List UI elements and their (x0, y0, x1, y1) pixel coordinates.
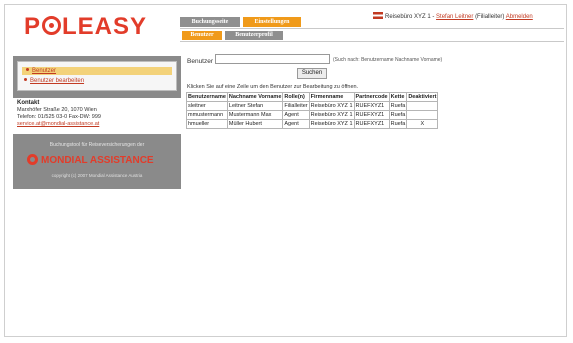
contact-box: Kontakt Marxhöfer Straße 20, 1070 Wien T… (13, 98, 181, 134)
current-user-link[interactable]: Stefan Leitner (436, 14, 473, 20)
cell-role: Agent (282, 119, 310, 129)
user-role: (Filialleiter) (475, 14, 505, 20)
cell-username: mmustermann (186, 110, 228, 120)
cell-partnercode: RUEFXYZ1 (353, 110, 390, 120)
cell-partnercode: RUEFXYZ1 (353, 101, 390, 111)
sidebar: Benutzer Benutzer bearbeiten Kontakt Mar… (13, 56, 181, 189)
contact-email-link[interactable]: service.at@mondial-assistance.at (17, 121, 177, 128)
cell-role: Filialleiter (282, 101, 310, 111)
col-header: Partnercode (353, 92, 390, 102)
agency-name: Reisebüro XYZ 1 - (385, 14, 435, 20)
mondial-logo: MONDIAL ASSISTANCE (27, 154, 173, 168)
logo-ring-icon (42, 16, 62, 35)
search-input[interactable] (215, 54, 330, 64)
cell-username: sleitner (186, 101, 228, 111)
cell-deactivated (406, 110, 439, 120)
col-header: Firmenname (308, 92, 355, 102)
cell-username: hmueller (186, 119, 228, 129)
subtab-benutzerprofil[interactable]: Benutzerprofil (225, 31, 283, 40)
user-bar: Reisebüro XYZ 1 - Stefan Leitner (Filial… (373, 12, 533, 20)
search-hint: (Such nach: Benutzername Nachname Vornam… (333, 57, 443, 63)
tab-einstellungen[interactable]: Einstellungen (243, 17, 301, 27)
cell-chain: Ruefa (388, 119, 408, 129)
tab-buchungsseite[interactable]: Buchungsseite (180, 17, 240, 27)
table-instruction: Klicken Sie auf eine Zeile um den Benutz… (187, 84, 359, 90)
poleasy-logo: P LEASY (24, 13, 148, 40)
bullet-icon (26, 68, 29, 71)
cell-deactivated: X (406, 119, 439, 129)
cell-chain: Ruefa (388, 101, 408, 111)
contact-address: Marxhöfer Straße 20, 1070 Wien (17, 107, 97, 113)
contact-phone: Telefon: 01/525 03-0 Fax-DW: 999 (17, 114, 101, 120)
sidebar-note: Buchungstool für Reiseversicherungen der (49, 142, 145, 148)
subtab-benutzer[interactable]: Benutzer (182, 31, 222, 40)
cell-company: Reisebüro XYZ 1 (308, 119, 355, 129)
col-header: Rolle(n) (282, 92, 310, 102)
table-row[interactable]: mmustermann Mustermann Max Agent Reisebü… (186, 110, 439, 120)
contact-title: Kontakt (17, 100, 40, 106)
subtab-divider (180, 41, 564, 42)
agency-flag-icon (373, 12, 383, 19)
cell-name: Müller Hubert (226, 119, 284, 129)
logout-link[interactable]: Abmelden (506, 14, 533, 20)
cell-role: Agent (282, 110, 310, 120)
search-label: Benutzer (187, 58, 214, 65)
mondial-logo-icon (27, 154, 38, 165)
cell-name: Mustermann Max (226, 110, 284, 120)
search-button[interactable]: Suchen (297, 68, 327, 79)
bullet-icon (24, 78, 27, 81)
table-row[interactable]: sleitner Leitner Stefan Filialleiter Rei… (186, 101, 439, 111)
cell-company: Reisebüro XYZ 1 (308, 110, 355, 120)
sidebar-item-benutzer[interactable]: Benutzer (22, 67, 172, 75)
cell-deactivated (406, 101, 439, 111)
cell-chain: Ruefa (388, 110, 408, 120)
users-table: Benutzername Nachname Vorname Rolle(n) F… (186, 92, 439, 129)
col-header: Nachname Vorname (226, 92, 284, 102)
cell-partnercode: RUEFXYZ1 (353, 119, 390, 129)
col-header: Deaktiviert (406, 92, 439, 102)
table-header-row: Benutzername Nachname Vorname Rolle(n) F… (186, 92, 439, 102)
copyright: copyright (c) 2007 Mondial Assistance Au… (51, 173, 143, 178)
sidebar-menu: Benutzer Benutzer bearbeiten (17, 61, 177, 91)
table-row[interactable]: hmueller Müller Hubert Agent Reisebüro X… (186, 119, 439, 129)
col-header: Benutzername (186, 92, 228, 102)
col-header: Kette (388, 92, 408, 102)
cell-company: Reisebüro XYZ 1 (308, 101, 355, 111)
cell-name: Leitner Stefan (226, 101, 284, 111)
tab-divider (180, 28, 564, 29)
sidebar-item-benutzer-bearbeiten[interactable]: Benutzer bearbeiten (24, 77, 84, 85)
